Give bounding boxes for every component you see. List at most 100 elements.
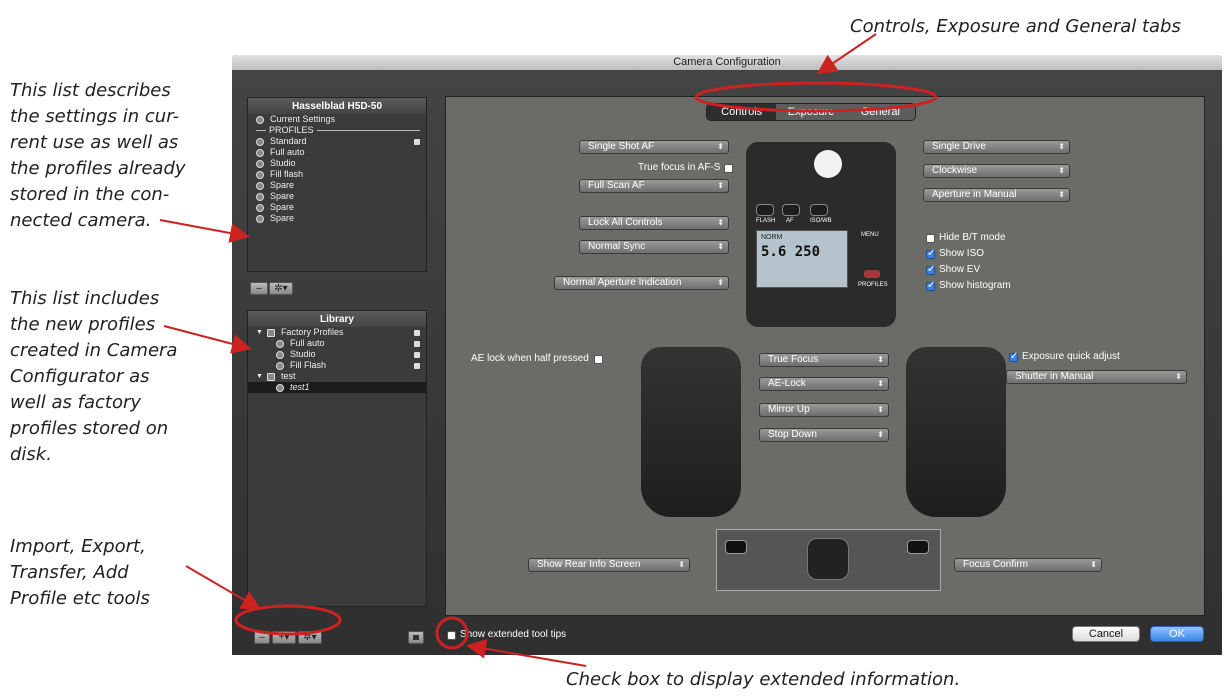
sync-select[interactable]: Normal Sync ⬍ (579, 240, 729, 254)
library-group-factory[interactable]: ▼ Factory Profiles (248, 327, 426, 338)
select-value: Normal Sync (588, 241, 646, 252)
true-focus-afs-checkbox[interactable]: True focus in AF-S (638, 162, 734, 174)
exposure-quick-adjust-checkbox[interactable]: Exposure quick adjust (1009, 351, 1120, 363)
item-label: Current Settings (270, 114, 336, 124)
checkbox[interactable] (724, 163, 734, 173)
af-mode-select[interactable]: Single Shot AF ⬍ (579, 140, 729, 154)
profile-item[interactable]: Full auto (248, 147, 426, 158)
library-item-selected[interactable]: test1 (248, 382, 426, 393)
checkbox[interactable] (926, 248, 935, 260)
extended-tooltips-checkbox[interactable]: Show extended tool tips (447, 629, 566, 641)
note-line: Configurator as (10, 366, 150, 387)
library-panel: Library ▼ Factory Profiles Full auto Stud… (247, 310, 427, 607)
profile-item[interactable]: Spare (248, 202, 426, 213)
af-button[interactable] (782, 204, 800, 216)
note-line: Import, Export, (10, 536, 146, 557)
lock-button[interactable] (408, 631, 424, 644)
library-item[interactable]: Full auto (248, 338, 426, 349)
stop-down-select[interactable]: Stop Down ⬍ (759, 428, 889, 442)
rear-controls-illustration (716, 529, 941, 591)
checkbox[interactable] (926, 233, 935, 243)
item-label: Fill flash (270, 169, 304, 179)
current-settings-item[interactable]: Current Settings (248, 114, 426, 125)
chevron-updown-icon: ⬍ (877, 405, 884, 414)
checkbox-label: Exposure quick adjust (1022, 351, 1120, 362)
show-histogram-checkbox[interactable]: Show histogram (926, 280, 1011, 292)
iso-wb-button[interactable] (810, 204, 828, 216)
select-value: Single Drive (932, 141, 986, 152)
chevron-updown-icon: ⬍ (717, 218, 724, 227)
profile-item[interactable]: Spare (248, 191, 426, 202)
profile-item[interactable]: Spare (248, 213, 426, 224)
flash-button[interactable] (756, 204, 774, 216)
checkbox[interactable] (926, 264, 935, 276)
profile-item[interactable]: Studio (248, 158, 426, 169)
profile-item[interactable]: Fill flash (248, 169, 426, 180)
aperture-indication-select[interactable]: Normal Aperture Indication ⬍ (554, 276, 729, 290)
lock-icon (414, 362, 420, 369)
checkbox[interactable] (593, 354, 603, 364)
ae-lock-half-pressed-checkbox[interactable]: AE lock when half pressed (471, 353, 603, 365)
library-add-button[interactable]: +▾ (272, 631, 296, 644)
drive-select[interactable]: Single Drive ⬍ (923, 140, 1070, 154)
profile-item[interactable]: Standard (248, 136, 426, 147)
af-label: AF (786, 218, 794, 224)
shutter-manual-select[interactable]: Shutter in Manual ⬍ (1006, 370, 1187, 384)
group-label: test (280, 371, 296, 381)
mirror-up-select[interactable]: Mirror Up ⬍ (759, 403, 889, 417)
rear-info-select[interactable]: Show Rear Info Screen ⬍ (528, 558, 690, 572)
show-iso-checkbox[interactable]: Show ISO (926, 248, 984, 260)
library-group-test[interactable]: ▼ test (248, 371, 426, 382)
hide-bt-checkbox[interactable]: Hide B/T mode (926, 232, 1006, 244)
rear-right-button[interactable] (907, 540, 929, 554)
focus-confirm-select[interactable]: Focus Confirm ⬍ (954, 558, 1102, 572)
group-label: Factory Profiles (280, 327, 344, 337)
camera-remove-button[interactable]: – (250, 282, 268, 295)
chevron-updown-icon: ⬍ (717, 242, 724, 251)
rear-left-button[interactable] (725, 540, 747, 554)
chevron-updown-icon: ⬍ (1058, 142, 1065, 151)
library-gear-button[interactable]: ✲▾ (298, 631, 322, 644)
ok-button[interactable]: OK (1150, 626, 1204, 642)
iso-wb-label: ISO/WB (810, 218, 832, 224)
checkbox-label: Show extended tool tips (460, 629, 567, 640)
library-item[interactable]: Fill Flash (248, 360, 426, 371)
checkbox[interactable] (1009, 351, 1018, 363)
profile-icon (276, 383, 284, 392)
camera-model-title: Hasselblad H5D-50 (248, 98, 426, 114)
show-ev-checkbox[interactable]: Show EV (926, 264, 980, 276)
profiles-button[interactable] (864, 270, 880, 278)
chevron-updown-icon: ⬍ (678, 560, 685, 569)
item-label: Spare (270, 202, 295, 212)
select-value: Mirror Up (768, 404, 810, 415)
profile-icon (276, 361, 284, 370)
lock-icon (414, 340, 420, 347)
front-button-select[interactable]: True Focus ⬍ (759, 353, 889, 367)
profile-icon (276, 339, 284, 348)
note-line: the new profiles (10, 314, 156, 335)
disclosure-triangle-icon[interactable]: ▼ (256, 327, 263, 338)
select-value: Lock All Controls (588, 217, 663, 228)
library-remove-button[interactable]: – (254, 631, 270, 644)
tab-general[interactable]: General (846, 104, 915, 120)
note-line: nected camera. (10, 210, 152, 231)
scan-af-select[interactable]: Full Scan AF ⬍ (579, 179, 729, 193)
cancel-button[interactable]: Cancel (1072, 626, 1140, 642)
tab-controls[interactable]: Controls (707, 104, 777, 120)
camera-gear-button[interactable]: ✲▾ (269, 282, 293, 295)
current-settings-icon (256, 115, 264, 124)
checkbox-annotation: Check box to display extended informatio… (566, 669, 961, 690)
navigation-pad-icon[interactable] (807, 538, 849, 580)
library-item[interactable]: Studio (248, 349, 426, 360)
tab-exposure[interactable]: Exposure (776, 104, 845, 120)
shutter-dial-icon (814, 150, 842, 178)
ae-lock-select[interactable]: AE-Lock ⬍ (759, 377, 889, 391)
checkbox[interactable] (447, 630, 456, 640)
checkbox[interactable] (926, 280, 935, 292)
profile-item[interactable]: Spare (248, 180, 426, 191)
manual-dial-select[interactable]: Aperture in Manual ⬍ (923, 188, 1070, 202)
profile-icon (256, 192, 264, 201)
dial-direction-select[interactable]: Clockwise ⬍ (923, 164, 1070, 178)
lock-controls-select[interactable]: Lock All Controls ⬍ (579, 216, 729, 230)
disclosure-triangle-icon[interactable]: ▼ (256, 371, 263, 382)
